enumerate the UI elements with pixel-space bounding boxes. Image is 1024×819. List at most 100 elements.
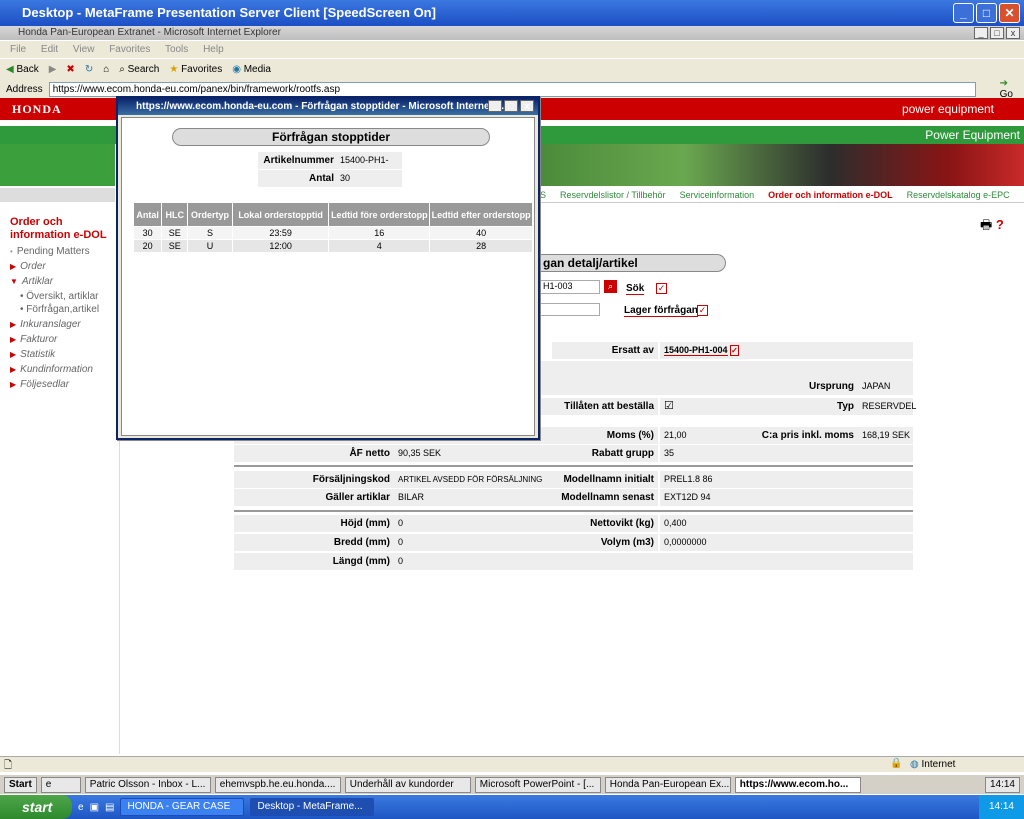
nav-foljesedlar[interactable]: ▶ Följesedlar bbox=[10, 379, 69, 390]
tab-order-information[interactable]: Order och information e-DOL bbox=[768, 190, 893, 202]
search-label: Sök bbox=[626, 283, 645, 295]
ie-minimize-button[interactable]: _ bbox=[974, 27, 988, 39]
outer-taskbar: start e ▣ ▤ HONDA - GEAR CASE Desktop - … bbox=[0, 795, 1024, 819]
stop-icon[interactable]: ✖ bbox=[66, 64, 74, 75]
typ-label: Typ bbox=[750, 398, 858, 415]
minimize-button[interactable]: _ bbox=[953, 3, 974, 23]
taskbar-item-powerpoint[interactable]: Microsoft PowerPoint - [... bbox=[474, 776, 601, 793]
search-icon: ⌕ bbox=[119, 64, 125, 75]
go-button[interactable]: ➔ Go bbox=[1000, 78, 1024, 100]
tab-serviceinformation[interactable]: Serviceinformation bbox=[680, 190, 755, 202]
quantity-input[interactable] bbox=[540, 303, 600, 316]
quicklaunch-desktop-icon[interactable]: ▤ bbox=[105, 802, 114, 813]
taskbar-item-honda[interactable]: Honda Pan-European Ex... bbox=[604, 776, 731, 793]
search-checkbox[interactable]: ✓ bbox=[656, 283, 667, 294]
tab-s[interactable]: S bbox=[540, 190, 546, 202]
popup-close-button[interactable]: x bbox=[520, 100, 534, 112]
nav-order[interactable]: ▶ Order bbox=[10, 261, 46, 272]
menu-bar: File Edit View Favorites Tools Help bbox=[0, 41, 1024, 58]
modsen-label: Modellnamn senast bbox=[552, 489, 658, 506]
refresh-icon[interactable]: ↻ bbox=[85, 64, 93, 75]
taskbar-item-underhall[interactable]: Underhåll av kundorder bbox=[344, 776, 471, 793]
rabatt-value: 35 bbox=[660, 445, 913, 462]
netto-value: 0,400 bbox=[660, 515, 913, 532]
tab-reservdelskatalog[interactable]: Reservdelskatalog e-EPC bbox=[907, 190, 1010, 202]
langd-value: 0 bbox=[394, 553, 552, 570]
lock-icon: 🔒 bbox=[890, 758, 903, 769]
maximize-button[interactable]: □ bbox=[976, 3, 997, 23]
hojd-value: 0 bbox=[394, 515, 552, 532]
close-button[interactable]: ✕ bbox=[999, 3, 1020, 23]
nav-artiklar[interactable]: ▼ Artiklar bbox=[10, 276, 53, 287]
menu-tools[interactable]: Tools bbox=[165, 44, 188, 55]
start-button[interactable]: start bbox=[0, 795, 72, 819]
search-button[interactable]: ⌕ Search bbox=[119, 64, 159, 75]
menu-edit[interactable]: Edit bbox=[41, 44, 58, 55]
outer-window-title: Desktop - MetaFrame Presentation Server … bbox=[22, 5, 436, 20]
popup-minimize-button[interactable]: _ bbox=[488, 100, 502, 112]
ersatt-av-checkbox[interactable]: ✓ bbox=[730, 345, 739, 356]
nav-fakturor[interactable]: ▶ Fakturor bbox=[10, 334, 57, 345]
media-button[interactable]: ◉ Media bbox=[232, 64, 271, 75]
search-input[interactable]: H1-003 bbox=[540, 280, 600, 294]
col-hlc: HLC bbox=[161, 202, 189, 227]
lager-checkbox[interactable]: ✓ bbox=[697, 305, 708, 316]
cell: 12:00 bbox=[231, 239, 330, 253]
back-button[interactable]: ◀ Back bbox=[6, 64, 39, 75]
outer-taskbar-metaframe[interactable]: Desktop - MetaFrame... bbox=[250, 798, 375, 816]
ie-maximize-button[interactable]: □ bbox=[990, 27, 1004, 39]
menu-file[interactable]: File bbox=[10, 44, 26, 55]
favorites-button[interactable]: ★ Favorites bbox=[169, 64, 222, 75]
address-input[interactable]: https://www.ecom.honda-eu.com/panex/bin/… bbox=[48, 81, 976, 97]
forward-icon[interactable]: ▶ bbox=[49, 64, 57, 75]
ersatt-av-value[interactable]: 15400-PH1-004 bbox=[664, 345, 728, 356]
menu-help[interactable]: Help bbox=[203, 44, 224, 55]
volym-label: Volym (m3) bbox=[552, 534, 658, 551]
ie-close-button[interactable]: x bbox=[1006, 27, 1020, 39]
quicklaunch-explorer-icon[interactable]: ▣ bbox=[90, 802, 99, 813]
quicklaunch-ie-icon[interactable]: e bbox=[78, 802, 84, 813]
media-icon: ◉ bbox=[232, 64, 241, 75]
moms-value: 21,00 bbox=[660, 427, 750, 444]
help-icon[interactable]: ? bbox=[996, 217, 1004, 232]
search-icon[interactable]: ⌕ bbox=[604, 280, 617, 293]
cell: 30 bbox=[132, 226, 163, 240]
home-icon[interactable]: ⌂ bbox=[103, 64, 109, 75]
table-row: 20 SE U 12:00 4 28 bbox=[132, 239, 533, 253]
moms-label: Moms (%) bbox=[552, 427, 658, 444]
star-icon: ★ bbox=[169, 64, 179, 75]
cell: SE bbox=[161, 226, 189, 240]
nav-oversikt-artiklar[interactable]: • Översikt, artiklar bbox=[20, 291, 99, 302]
modinit-label: Modellnamn initialt bbox=[552, 471, 658, 488]
ie-quicklaunch-icon[interactable]: e bbox=[40, 776, 81, 793]
artikel-value: 15400-PH1-003 bbox=[338, 152, 402, 182]
nav-statistik[interactable]: ▶ Statistik bbox=[10, 349, 55, 360]
rabatt-label: Rabatt grupp bbox=[552, 445, 658, 462]
nav-forfragan-artikel[interactable]: • Förfrågan,artikel bbox=[20, 304, 99, 315]
nav-pending-matters[interactable]: • Pending Matters bbox=[10, 246, 90, 257]
tab-reservdelslistor[interactable]: Reservdelslistor / Tillbehör bbox=[560, 190, 666, 202]
taskbar-item-ecom[interactable]: https://www.ecom.ho... bbox=[734, 776, 861, 793]
taskbar-item-inbox[interactable]: Patric Olsson - Inbox - L... bbox=[84, 776, 211, 793]
tillaten-checkbox[interactable]: ☑ bbox=[660, 398, 750, 415]
popup-maximize-button[interactable]: □ bbox=[504, 100, 518, 112]
capris-label: C:a pris inkl. moms bbox=[750, 427, 858, 444]
power-equipment-link[interactable]: power equipment bbox=[902, 102, 994, 116]
nav-kundinformation[interactable]: ▶ Kundinformation bbox=[10, 364, 93, 375]
inner-taskbar: Start e Patric Olsson - Inbox - L... ehe… bbox=[0, 774, 1024, 794]
menu-favorites[interactable]: Favorites bbox=[109, 44, 150, 55]
galler-label: Gäller artiklar bbox=[234, 489, 394, 506]
modsen-value: EXT12D 94 bbox=[660, 489, 913, 506]
detail-header: gan detalj/artikel bbox=[540, 254, 726, 272]
afnetto-value: 90,35 SEK bbox=[394, 445, 552, 462]
menu-view[interactable]: View bbox=[73, 44, 95, 55]
cell: S bbox=[187, 226, 233, 240]
inner-start-button[interactable]: Start bbox=[4, 776, 37, 793]
stopptider-table: Antal HLC Ordertyp Lokal orderstopptid L… bbox=[132, 202, 533, 253]
bredd-label: Bredd (mm) bbox=[234, 534, 394, 551]
outer-taskbar-gear-case[interactable]: HONDA - GEAR CASE bbox=[120, 798, 245, 816]
nav-inkuranslager[interactable]: ▶ Inkuranslager bbox=[10, 319, 81, 330]
popup-title: https://www.ecom.honda-eu.com - Förfråga… bbox=[136, 101, 504, 112]
print-icon[interactable]: 🖶 bbox=[980, 217, 992, 232]
taskbar-item-ehemvspb[interactable]: ehemvspb.he.eu.honda.... bbox=[214, 776, 341, 793]
